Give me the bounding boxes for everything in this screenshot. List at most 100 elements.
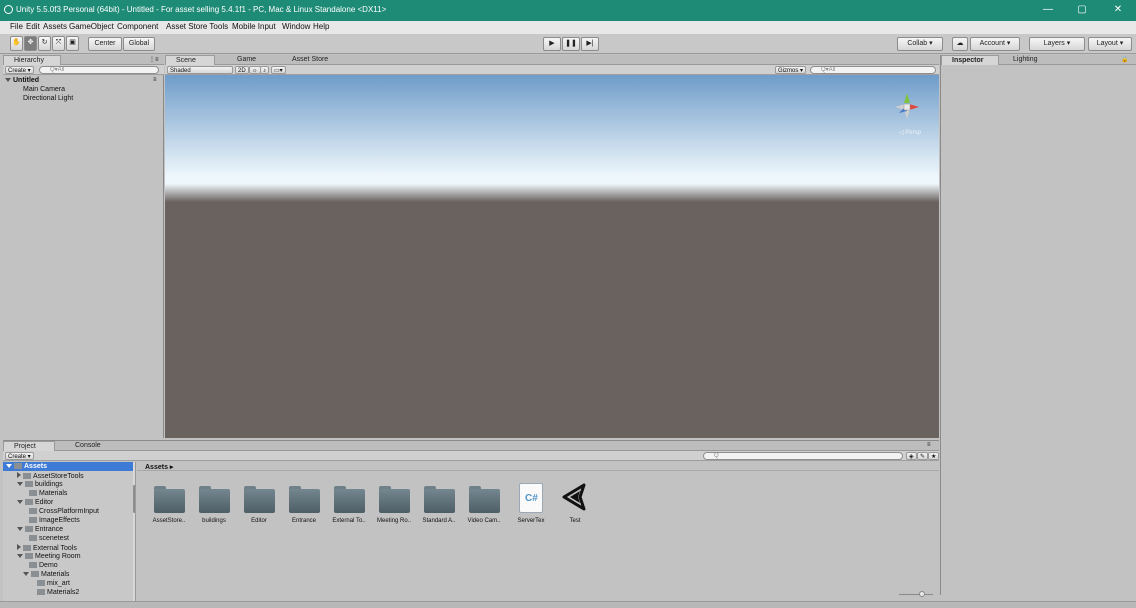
play-button[interactable]: ▶ [543, 37, 561, 51]
menu-asset-store-tools[interactable]: Asset Store Tools [166, 22, 228, 31]
csharp-script-icon[interactable]: C# [519, 483, 543, 513]
layers-dropdown[interactable]: Layers ▾ [1029, 37, 1085, 51]
tree-item-mix-art[interactable]: mix_art [37, 580, 70, 587]
tab-lighting[interactable]: Lighting [1003, 55, 1053, 65]
tree-item-entrance[interactable]: Entrance [17, 526, 63, 533]
audio-toggle-icon[interactable]: ♪ [260, 66, 269, 74]
menu-mobile-input[interactable]: Mobile Input [232, 22, 276, 31]
tab-hierarchy[interactable]: Hierarchy [3, 55, 61, 65]
move-tool-icon[interactable]: ✥ [24, 36, 37, 51]
maximize-button[interactable]: ▢ [1072, 3, 1092, 17]
perspective-label[interactable]: ◁ Persp [899, 129, 921, 136]
expand-icon[interactable] [5, 78, 11, 82]
filter-type-icon[interactable]: ◈ [906, 452, 917, 460]
project-panel-menu-icon[interactable]: ≡ [927, 442, 931, 448]
icon-size-slider[interactable] [899, 591, 933, 597]
pause-button[interactable]: ❚❚ [562, 37, 580, 51]
icon-size-slider-thumb[interactable] [919, 591, 925, 597]
status-bar [0, 601, 1136, 608]
tree-item-crossplatforminput[interactable]: CrossPlatformInput [29, 508, 99, 515]
scale-tool-icon[interactable]: ⤧ [52, 36, 65, 51]
asset-folder-external-tools[interactable] [334, 486, 365, 513]
scene-orientation-gizmo[interactable] [885, 85, 929, 129]
project-search-input[interactable]: Q [703, 452, 903, 460]
scene-viewport[interactable] [165, 75, 939, 438]
layout-dropdown[interactable]: Layout ▾ [1088, 37, 1132, 51]
menu-assets[interactable]: Assets [43, 22, 67, 31]
asset-folder-meeting-room[interactable] [379, 486, 410, 513]
tree-item-imageeffects[interactable]: ImageEffects [29, 517, 80, 524]
cloud-icon[interactable]: ☁ [952, 37, 968, 51]
menu-file[interactable]: File [10, 22, 23, 31]
toggle-2d-button[interactable]: 2D [235, 66, 249, 74]
gizmos-dropdown[interactable]: Gizmos ▾ [775, 66, 807, 74]
hierarchy-create-button[interactable]: Create ▾ [5, 66, 34, 74]
scene-menu-icon[interactable]: ≡ [153, 77, 157, 83]
folder-icon [37, 580, 45, 587]
folder-icon [25, 499, 33, 506]
project-create-button[interactable]: Create ▾ [5, 452, 34, 460]
tree-item-materials-2[interactable]: Materials [23, 571, 69, 578]
rotate-tool-icon[interactable]: ↻ [38, 36, 51, 51]
minimize-button[interactable]: — [1038, 3, 1058, 17]
favorite-icon[interactable]: ★ [928, 452, 940, 460]
collab-dropdown[interactable]: Collab ▾ [897, 37, 943, 51]
menu-component[interactable]: Component [117, 22, 158, 31]
tab-project[interactable]: Project [3, 441, 55, 451]
tree-item-assets[interactable]: Assets [6, 463, 47, 470]
asset-folder-entrance[interactable] [289, 486, 320, 513]
tree-item-editor[interactable]: Editor [17, 499, 53, 506]
tree-item-demo[interactable]: Demo [29, 562, 58, 569]
tab-scene[interactable]: Scene [165, 55, 215, 65]
tree-scrollbar-thumb[interactable] [133, 485, 135, 513]
asset-folder-assetstore[interactable] [154, 486, 185, 513]
pivot-global-toggle[interactable]: Global [123, 37, 155, 51]
unity-scene-icon[interactable] [560, 481, 590, 513]
menu-gameobject[interactable]: GameObject [69, 22, 114, 31]
menu-window[interactable]: Window [282, 22, 310, 31]
tree-item-materials2[interactable]: Materials2 [37, 589, 79, 596]
menu-help[interactable]: Help [313, 22, 329, 31]
breadcrumb-assets[interactable]: Assets ▸ [145, 463, 173, 471]
tree-item-scenetest[interactable]: scenetest [29, 535, 69, 542]
tab-game[interactable]: Game [227, 55, 277, 65]
hierarchy-item-directional-light[interactable]: Directional Light [23, 95, 73, 102]
panel-menu-icon[interactable]: ⋮≡ [149, 56, 159, 63]
hierarchy-item-main-camera[interactable]: Main Camera [23, 86, 65, 93]
asset-folder-editor[interactable] [244, 486, 275, 513]
tab-inspector[interactable]: Inspector [941, 55, 999, 65]
scene-search-input[interactable]: Q▾All [810, 66, 936, 74]
close-button[interactable]: ✕ [1108, 3, 1128, 17]
inspector-panel: Inspector Lighting 🔒 [940, 55, 1136, 595]
shading-mode-dropdown[interactable]: Shaded [167, 66, 233, 74]
tab-asset-store[interactable]: Asset Store [282, 55, 342, 65]
pivot-center-toggle[interactable]: Center [88, 37, 122, 51]
lighting-toggle-icon[interactable]: ☼ [249, 66, 261, 74]
asset-folder-video-camera[interactable] [469, 486, 500, 513]
tree-item-materials[interactable]: Materials [29, 490, 67, 497]
hand-tool-icon[interactable]: ✋ [10, 36, 23, 51]
axis-gizmo-icon [895, 93, 919, 119]
rect-tool-icon[interactable]: ▣ [66, 36, 79, 51]
tree-item-buildings[interactable]: buildings [17, 481, 63, 488]
asset-folder-standard-assets[interactable] [424, 486, 455, 513]
tree-item-assetstoretools[interactable]: AssetStoreTools [17, 472, 84, 480]
folder-icon [29, 490, 37, 497]
main-toolbar: ✋ ✥ ↻ ⤧ ▣ Center Global ▶ ❚❚ ▶| Collab ▾… [0, 34, 1136, 54]
hierarchy-search-input[interactable]: Q▾All [39, 66, 159, 74]
account-dropdown[interactable]: Account ▾ [970, 37, 1020, 51]
tree-item-external-tools[interactable]: External Tools [17, 544, 77, 552]
menu-edit[interactable]: Edit [26, 22, 40, 31]
effects-dropdown-icon[interactable]: ▭▾ [271, 66, 286, 74]
project-folder-tree: Assets AssetStoreTools buildings Materia… [3, 462, 136, 603]
asset-folder-buildings[interactable] [199, 486, 230, 513]
step-button[interactable]: ▶| [581, 37, 599, 51]
scene-tabbar: Scene Game Asset Store [165, 55, 939, 65]
tree-scrollbar[interactable] [133, 462, 135, 603]
lock-icon[interactable]: 🔒 [1121, 56, 1128, 63]
filter-label-icon[interactable]: ✎ [917, 452, 929, 460]
scene-root[interactable]: Untitled [5, 77, 39, 84]
tab-console[interactable]: Console [65, 441, 115, 451]
tree-item-meeting-room[interactable]: Meeting Room [17, 553, 81, 560]
folder-icon [37, 589, 45, 596]
